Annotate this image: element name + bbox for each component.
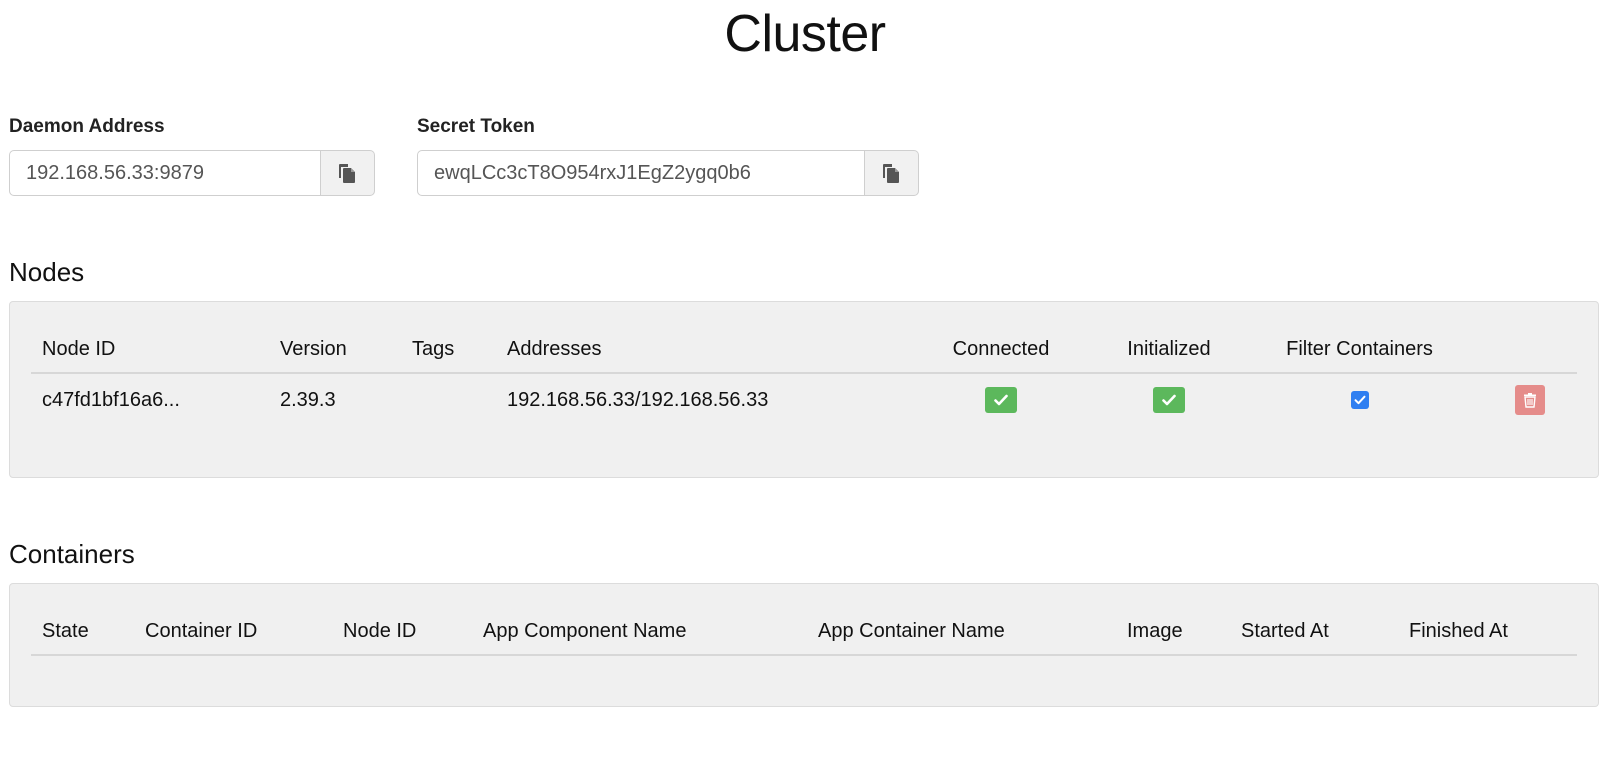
table-row: c47fd1bf16a6... 2.39.3 192.168.56.33/192…	[31, 373, 1577, 426]
column-header-state: State	[31, 608, 134, 656]
column-header-version: Version	[269, 326, 401, 374]
addresses-cell: 192.168.56.33/192.168.56.33	[507, 388, 769, 411]
check-icon	[994, 394, 1008, 406]
daemon-address-group	[9, 150, 375, 196]
column-header-started-at: Started At	[1230, 608, 1398, 656]
daemon-address-label: Daemon Address	[9, 116, 165, 137]
secret-token-label: Secret Token	[417, 116, 535, 137]
column-header-app-container-name: App Container Name	[807, 608, 1116, 656]
copy-daemon-address-button[interactable]	[321, 150, 375, 196]
column-header-node-id: Node ID	[332, 608, 472, 656]
column-header-connected: Connected	[901, 326, 1101, 374]
containers-panel: State Container ID Node ID App Component…	[9, 583, 1599, 707]
column-header-container-id: Container ID	[134, 608, 332, 656]
delete-node-button[interactable]	[1514, 385, 1545, 415]
page-title: Cluster	[724, 5, 886, 63]
nodes-header-row: Node ID Version Tags Addresses Connected…	[31, 326, 1577, 374]
nodes-panel: Node ID Version Tags Addresses Connected…	[9, 301, 1599, 478]
initialized-badge	[1153, 387, 1185, 413]
nodes-section-title: Nodes	[9, 257, 85, 287]
node-id-cell: c47fd1bf16a6...	[42, 388, 180, 411]
column-header-actions	[1482, 326, 1577, 374]
trash-icon	[1523, 393, 1536, 408]
column-header-tags: Tags	[401, 326, 496, 374]
check-icon	[1354, 395, 1365, 405]
daemon-address-input[interactable]	[9, 150, 321, 196]
column-header-node-id: Node ID	[31, 326, 269, 374]
connected-cell	[901, 373, 1101, 426]
initialized-cell	[1101, 373, 1237, 426]
column-header-filter-containers: Filter Containers	[1237, 326, 1482, 374]
filter-containers-checkbox[interactable]	[1350, 391, 1369, 410]
nodes-table: Node ID Version Tags Addresses Connected…	[31, 326, 1577, 426]
containers-header-row: State Container ID Node ID App Component…	[31, 608, 1577, 656]
column-header-image: Image	[1116, 608, 1230, 656]
connected-badge	[985, 387, 1017, 413]
column-header-initialized: Initialized	[1101, 326, 1237, 374]
copy-secret-token-button[interactable]	[865, 150, 919, 196]
column-header-app-component-name: App Component Name	[472, 608, 807, 656]
clipboard-icon	[338, 164, 355, 183]
actions-cell	[1482, 373, 1577, 426]
tags-cell	[401, 373, 496, 426]
clipboard-icon	[882, 164, 899, 183]
column-header-finished-at: Finished At	[1398, 608, 1577, 656]
version-cell: 2.39.3	[280, 388, 336, 411]
column-header-addresses: Addresses	[496, 326, 901, 374]
containers-section-title: Containers	[9, 539, 135, 569]
secret-token-group	[417, 150, 919, 196]
check-icon	[1162, 394, 1176, 406]
secret-token-input[interactable]	[417, 150, 865, 196]
cluster-page: Cluster Daemon Address Secret Token Node…	[0, 0, 1610, 764]
filter-containers-cell	[1237, 373, 1482, 426]
containers-table: State Container ID Node ID App Component…	[31, 608, 1577, 656]
